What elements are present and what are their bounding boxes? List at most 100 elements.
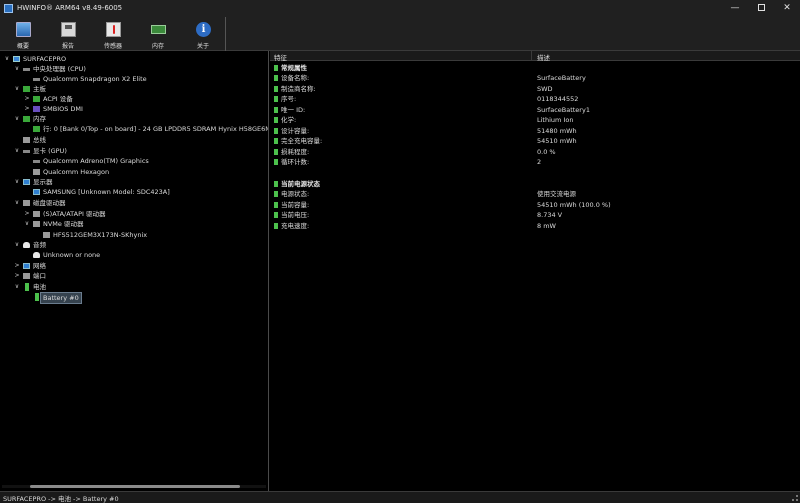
gpu-icon (33, 160, 40, 163)
table-row[interactable]: 循环计数: 2 (270, 157, 800, 167)
table-row[interactable]: 充电速度: 8 mW (270, 221, 800, 231)
summary-label: 概要 (16, 43, 29, 50)
status-path: SURFACEPRO -> 电池 -> Battery #0 (3, 495, 119, 503)
battery-icon (35, 293, 39, 301)
computer-icon (13, 56, 20, 62)
battery-icon (274, 75, 278, 81)
chevron-down-icon[interactable]: ∨ (13, 240, 21, 250)
maximize-button[interactable] (748, 0, 774, 17)
speaker-icon (33, 252, 40, 258)
battery-icon (274, 191, 278, 197)
drive-icon (33, 221, 40, 227)
sensors-button[interactable]: 传感器 (98, 19, 128, 50)
summary-button[interactable]: 概要 (8, 19, 38, 50)
chevron-down-icon[interactable]: ∨ (13, 282, 21, 292)
toolbar: 概要 报告 传感器 内存 i 关于 (0, 17, 800, 51)
battery-icon (274, 65, 278, 71)
cpu-icon (33, 78, 40, 81)
column-header-description[interactable]: 描述 (537, 52, 550, 62)
battery-icon (274, 117, 278, 123)
chevron-down-icon[interactable]: ∨ (13, 177, 21, 187)
memory-module-icon (151, 25, 166, 34)
battery-icon (274, 107, 278, 113)
monitor-icon (33, 189, 40, 195)
chevron-down-icon[interactable]: ∨ (13, 84, 21, 94)
chevron-right-icon[interactable]: > (13, 261, 21, 271)
table-row[interactable]: 制造商名称: SWD (270, 84, 800, 94)
monitor-icon (16, 22, 31, 37)
report-button[interactable]: 报告 (53, 19, 83, 50)
motherboard-icon (23, 86, 30, 92)
table-row[interactable]: 设备名称: SurfaceBattery (270, 73, 800, 83)
memory-module-icon (33, 126, 40, 132)
table-row[interactable]: 设计容量: 51480 mWh (270, 126, 800, 136)
memory-label: 内存 (151, 43, 164, 50)
column-header-feature[interactable]: 特征 (274, 52, 287, 62)
window-title: HWINFO® ARM64 v8.49-6005 (17, 4, 123, 12)
table-row[interactable]: 唯一 ID: SurfaceBattery1 (270, 105, 800, 115)
table-row[interactable]: 当前容量: 54510 mWh (100.0 %) (270, 200, 800, 210)
chevron-down-icon[interactable]: ∨ (13, 198, 21, 208)
memory-module-icon (23, 116, 30, 122)
close-button[interactable]: ✕ (774, 0, 800, 17)
thermometer-icon (106, 22, 121, 37)
info-icon: i (196, 22, 211, 37)
monitor-icon (23, 179, 30, 185)
section-general: 常规属性 (270, 63, 800, 73)
table-row[interactable]: 损耗程度: 0.0 % (270, 147, 800, 157)
chevron-down-icon[interactable]: ∨ (13, 146, 21, 156)
app-icon (4, 4, 13, 13)
status-bar: SURFACEPRO -> 电池 -> Battery #0 (0, 491, 800, 503)
table-row[interactable]: 化学: Lithium Ion (270, 115, 800, 125)
minimize-button[interactable]: — (722, 0, 748, 17)
table-row[interactable]: 当前电压: 8.734 V (270, 210, 800, 220)
report-label: 报告 (61, 43, 74, 50)
battery-icon (25, 283, 29, 291)
battery-icon (274, 212, 278, 218)
table-row[interactable]: 完全充电容量: 54510 mWh (270, 136, 800, 146)
chevron-right-icon[interactable]: > (23, 104, 31, 114)
battery-icon (274, 149, 278, 155)
battery-icon (274, 181, 278, 187)
chevron-right-icon[interactable]: > (23, 209, 31, 219)
chevron-right-icon[interactable]: > (13, 271, 21, 281)
table-row[interactable]: 电源状态: 使用交流电源 (270, 189, 800, 199)
battery-icon (274, 86, 278, 92)
memory-button[interactable]: 内存 (143, 19, 173, 50)
chevron-down-icon[interactable]: ∨ (13, 64, 21, 74)
chevron-down-icon[interactable]: ∨ (13, 114, 21, 124)
acpi-icon (33, 96, 40, 102)
section-power-state: 当前电源状态 (270, 179, 800, 189)
cpu-icon (23, 68, 30, 71)
smbios-icon (33, 106, 40, 112)
network-icon (23, 263, 30, 269)
maximize-icon (757, 4, 765, 11)
sensors-label: 传感器 (103, 43, 122, 50)
column-divider[interactable] (531, 51, 532, 61)
port-icon (23, 273, 30, 279)
device-tree[interactable]: ∨ SURFACEPRO ∨ 中央处理器 (CPU) Qualcomm Snap… (0, 51, 269, 491)
battery-icon (274, 96, 278, 102)
battery-icon (274, 223, 278, 229)
battery-icon (274, 128, 278, 134)
column-header: 特征 描述 (270, 51, 800, 62)
battery-icon (274, 202, 278, 208)
drive-icon (33, 211, 40, 217)
horizontal-scrollbar-thumb[interactable] (30, 485, 240, 488)
chevron-right-icon[interactable]: > (23, 94, 31, 104)
save-icon (61, 22, 76, 37)
speaker-icon (23, 242, 30, 248)
gpu-icon (23, 150, 30, 153)
title-bar: HWINFO® ARM64 v8.49-6005 — ✕ (0, 0, 800, 17)
bus-icon (23, 137, 30, 143)
about-button[interactable]: i 关于 (188, 19, 218, 50)
chevron-down-icon[interactable]: ∨ (3, 54, 11, 64)
resize-grip-icon[interactable] (792, 495, 798, 501)
drive-icon (43, 232, 50, 238)
battery-icon (274, 159, 278, 165)
drive-icon (23, 200, 30, 206)
battery-icon (274, 138, 278, 144)
detail-panel: 特征 描述 常规属性 设备名称: SurfaceBattery 制造商名称: S… (270, 51, 800, 491)
chevron-down-icon[interactable]: ∨ (23, 219, 31, 229)
table-row[interactable]: 序号: 0118344552 (270, 94, 800, 104)
